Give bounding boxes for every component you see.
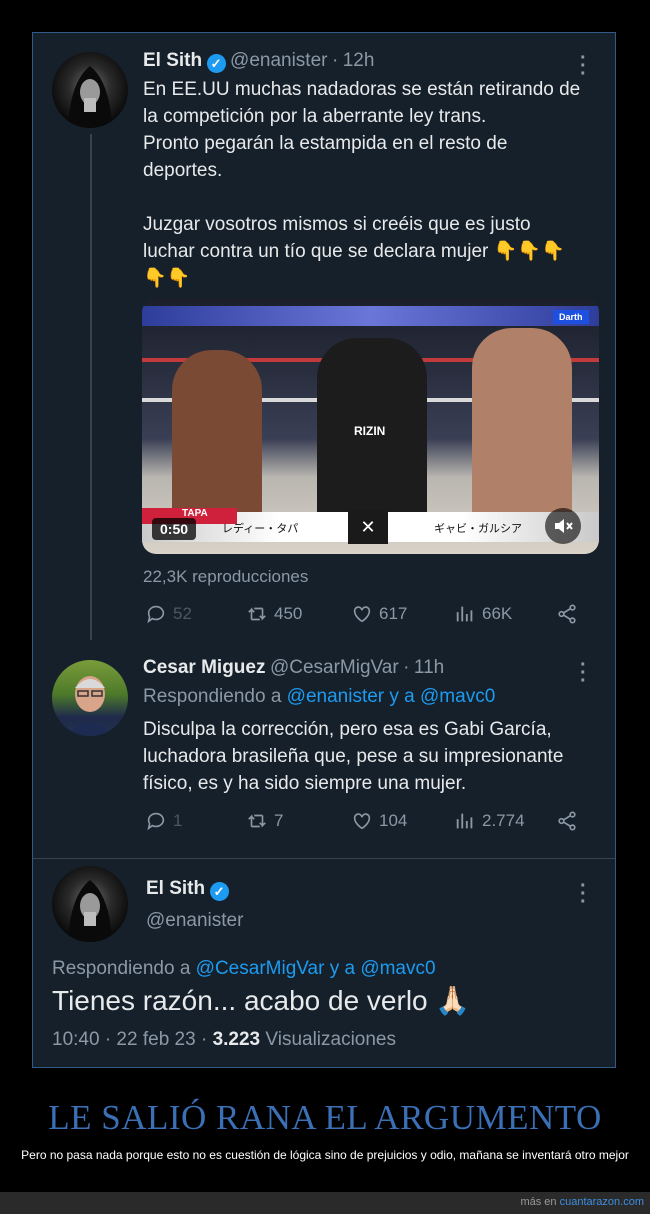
tweet-time[interactable]: 12h bbox=[343, 50, 375, 71]
referee-shirt-logo: RIZIN bbox=[354, 424, 386, 438]
retweet-icon bbox=[248, 607, 266, 621]
reply-count: 52 bbox=[173, 604, 192, 623]
analytics-icon bbox=[456, 813, 473, 829]
like-button[interactable]: 104 bbox=[351, 810, 407, 832]
tweet-text: Tienes razón... acabo de verlo 🙏🏻 bbox=[52, 985, 471, 1016]
share-button[interactable] bbox=[556, 603, 578, 625]
video-player[interactable]: Darth RIZIN TAPA レディー・タパ ギャビ・ガルシア ✕ 0:50 bbox=[142, 298, 599, 554]
man-portrait-icon bbox=[64, 676, 116, 736]
avatar[interactable] bbox=[52, 866, 128, 942]
hooded-figure-icon bbox=[68, 880, 112, 942]
view-count: 3.223 bbox=[212, 1029, 261, 1050]
avatar[interactable] bbox=[52, 660, 128, 736]
like-count: 104 bbox=[379, 811, 408, 830]
more-options-icon[interactable]: · · · bbox=[580, 655, 587, 691]
mute-button[interactable] bbox=[545, 508, 581, 544]
tweet-text: Disculpa la corrección, pero esa es Gabi… bbox=[143, 719, 564, 794]
tweet-timestamp[interactable]: 10:40 · 22 feb 23 · bbox=[52, 1029, 213, 1050]
badge: Darth bbox=[553, 310, 589, 324]
tweet-header: Cesar Miguez @CesarMigVar · 11h bbox=[143, 657, 445, 678]
site-link[interactable]: cuantarazon.com bbox=[560, 1196, 644, 1208]
analytics-icon bbox=[456, 606, 473, 622]
share-icon bbox=[558, 811, 576, 831]
replying-to: Respondiendo a @CesarMigVar y a @mavc0 bbox=[52, 958, 436, 979]
footer-bar: más en cuantarazon.com bbox=[0, 1192, 650, 1214]
site-footer: más en cuantarazon.com bbox=[520, 1196, 644, 1208]
divider bbox=[33, 858, 615, 859]
more-options-icon[interactable]: · · · bbox=[580, 876, 587, 912]
left-fighter-name: レディー・タパ bbox=[222, 523, 299, 535]
author-name[interactable]: El Sith bbox=[146, 878, 205, 899]
reply-icon bbox=[147, 812, 165, 831]
reply-count: 1 bbox=[173, 811, 183, 830]
retweet-count: 450 bbox=[274, 604, 303, 623]
share-button[interactable] bbox=[556, 810, 578, 832]
replying-to-users[interactable]: @enanister y a @mavc0 bbox=[287, 686, 496, 707]
views-button[interactable]: 66K bbox=[454, 603, 512, 625]
author-handle[interactable]: @enanister bbox=[146, 910, 243, 932]
avatar[interactable] bbox=[52, 52, 128, 128]
muted-speaker-icon bbox=[555, 519, 573, 533]
thread-line bbox=[90, 134, 92, 640]
caption: LE SALIÓ RANA EL ARGUMENTO Pero no pasa … bbox=[0, 1098, 650, 1165]
verified-badge-icon: ✓ bbox=[209, 882, 229, 901]
tweet-header: El Sith ✓ @enanister · 12h bbox=[143, 50, 375, 73]
reply-icon bbox=[147, 605, 165, 624]
retweet-button[interactable]: 7 bbox=[246, 810, 283, 832]
replying-to: Respondiendo a @enanister y a @mavc0 bbox=[143, 686, 496, 707]
caption-title: LE SALIÓ RANA EL ARGUMENTO bbox=[48, 1098, 602, 1137]
hooded-figure-icon bbox=[68, 66, 112, 128]
views-count: 66K bbox=[482, 604, 513, 623]
like-button[interactable]: 617 bbox=[351, 603, 407, 625]
arena-lights bbox=[142, 306, 599, 326]
views-count: 2.774 bbox=[482, 811, 525, 830]
verified-badge-icon: ✓ bbox=[206, 54, 226, 73]
tweet-metadata: 10:40 · 22 feb 23 · 3.223 Visualizacione… bbox=[52, 1029, 396, 1051]
retweet-icon bbox=[248, 814, 266, 828]
author-handle[interactable]: @CesarMigVar bbox=[270, 657, 399, 678]
heart-icon bbox=[353, 606, 371, 623]
replying-to-users[interactable]: @CesarMigVar y a @mavc0 bbox=[196, 958, 436, 979]
video-duration: 0:50 bbox=[152, 518, 197, 540]
view-label: Visualizaciones bbox=[260, 1029, 397, 1050]
retweet-button[interactable]: 450 bbox=[246, 603, 302, 625]
author-name[interactable]: El Sith bbox=[143, 50, 202, 71]
reply-button[interactable]: 52 bbox=[145, 603, 192, 625]
caption-subtitle: Pero no pasa nada porque esto no es cues… bbox=[21, 1148, 629, 1162]
fighter-right bbox=[472, 328, 572, 528]
author-handle[interactable]: @enanister bbox=[230, 50, 327, 71]
share-icon bbox=[558, 604, 576, 624]
reply-button[interactable]: 1 bbox=[145, 810, 182, 832]
like-count: 617 bbox=[379, 604, 408, 623]
retweet-count: 7 bbox=[274, 811, 284, 830]
rizin-logo-icon: ✕ bbox=[348, 510, 388, 544]
tweet-header: El Sith ✓ bbox=[146, 878, 229, 901]
right-fighter-name: ギャビ・ガルシア bbox=[434, 523, 522, 535]
video-view-count: 22,3K reproducciones bbox=[143, 567, 309, 586]
tweet-text: En EE.UU muchas nadadoras se están retir… bbox=[143, 79, 581, 289]
more-options-icon[interactable]: · · · bbox=[580, 48, 587, 84]
heart-icon bbox=[353, 813, 371, 830]
tweet-time[interactable]: 11h bbox=[414, 657, 444, 678]
author-name[interactable]: Cesar Miguez bbox=[143, 657, 265, 678]
views-button[interactable]: 2.774 bbox=[454, 810, 525, 832]
